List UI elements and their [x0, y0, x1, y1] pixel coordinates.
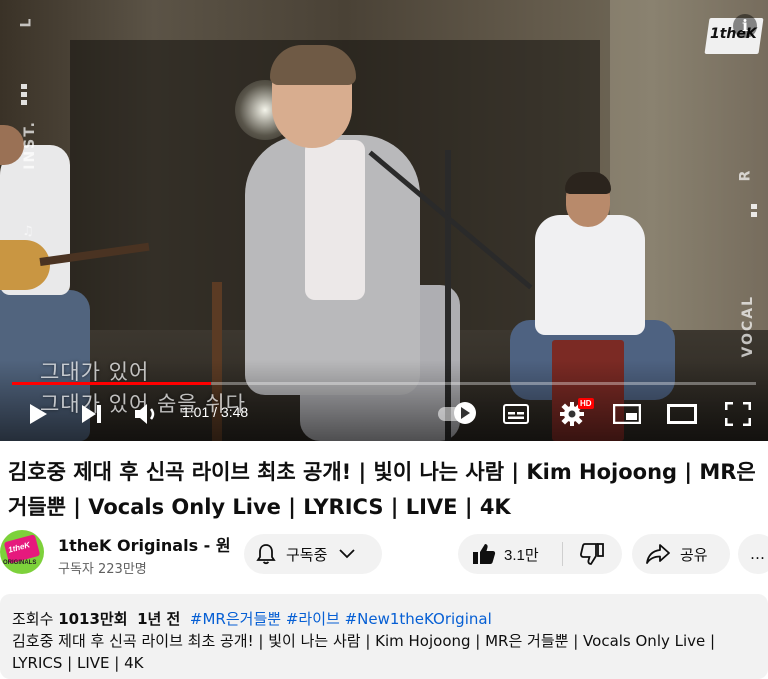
video-singer-shirt: [305, 140, 365, 300]
play-button[interactable]: [26, 402, 50, 426]
time-display: 1:01 / 3:48: [182, 404, 249, 420]
more-icon: …: [750, 545, 765, 563]
views-label: 조회수: [12, 610, 54, 628]
share-label: 공유: [680, 545, 708, 564]
channel-name[interactable]: 1theK Originals - 원: [58, 532, 231, 556]
miniplayer-button[interactable]: [612, 402, 642, 426]
left-channel-label: INST.: [22, 120, 38, 170]
thumbs-down-icon: [580, 543, 604, 565]
video-singer-hair: [270, 45, 356, 85]
left-channel-mark: L: [18, 18, 35, 28]
description-meta: 조회수 1013만회 1년 전 #MR은거들뿐 #라이브 #New1theKOr…: [12, 608, 492, 629]
hashtag-link[interactable]: #라이브: [286, 610, 340, 628]
fullscreen-button[interactable]: [724, 401, 752, 427]
theater-icon: [667, 404, 697, 424]
hashtag-link[interactable]: #MR은거들뿐: [190, 610, 281, 628]
channel-avatar[interactable]: 1theK ORIGINALS: [0, 530, 44, 574]
right-level-meter: [751, 204, 757, 220]
video-player[interactable]: L INST. ♫ R VOCAL 1theK i 그대가 있어 그대가 있어 …: [0, 0, 768, 441]
like-dislike-group: 3.1만: [458, 534, 622, 574]
progress-bar-played: [12, 382, 211, 385]
dislike-button[interactable]: [563, 534, 621, 574]
autoplay-play-icon: [461, 407, 470, 419]
more-actions-button[interactable]: …: [738, 534, 768, 574]
subscriber-count: 구독자 223만명: [58, 562, 147, 577]
bell-icon: [256, 544, 276, 565]
description-text: 김호중 제대 후 신곡 라이브 최초 공개! | 빛이 나는 사람 | Kim …: [12, 632, 716, 672]
upload-age: 1년 전: [137, 610, 181, 628]
hd-badge: HD: [578, 398, 594, 409]
video-title: 김호중 제대 후 신곡 라이브 최초 공개! | 빛이 나는 사람 | Kim …: [8, 460, 756, 519]
info-icon[interactable]: i: [733, 14, 757, 38]
channel-avatar-caption: ORIGINALS: [3, 560, 37, 566]
theater-mode-button[interactable]: [666, 402, 698, 426]
right-channel-mark: R: [737, 170, 754, 182]
subtitles-icon: [503, 404, 529, 424]
like-count: 3.1만: [504, 546, 539, 564]
fullscreen-icon: [725, 402, 751, 426]
subscribe-label: 구독중: [286, 545, 328, 564]
video-drummer-hair: [565, 172, 611, 194]
subtitles-button[interactable]: [502, 402, 530, 426]
hashtag-link[interactable]: #New1theKOriginal: [345, 610, 492, 628]
like-button[interactable]: 3.1만: [458, 534, 562, 574]
video-drummer: [535, 215, 645, 335]
music-note-icon: ♫: [22, 224, 34, 239]
play-icon: [30, 404, 47, 424]
chevron-down-icon: [339, 549, 356, 559]
view-count: 1013만회: [58, 610, 128, 628]
next-icon: [82, 405, 101, 423]
left-level-meter: [21, 84, 27, 108]
volume-icon: [135, 404, 155, 424]
miniplayer-icon: [613, 404, 641, 424]
subscribe-button[interactable]: 구독중: [244, 534, 382, 574]
volume-button[interactable]: [134, 401, 160, 427]
share-icon: [646, 544, 670, 564]
progress-bar[interactable]: [12, 382, 756, 385]
thumbs-up-icon: [473, 544, 496, 564]
share-button[interactable]: 공유: [632, 534, 730, 574]
next-button[interactable]: [80, 402, 104, 426]
right-channel-label: VOCAL: [740, 295, 756, 358]
